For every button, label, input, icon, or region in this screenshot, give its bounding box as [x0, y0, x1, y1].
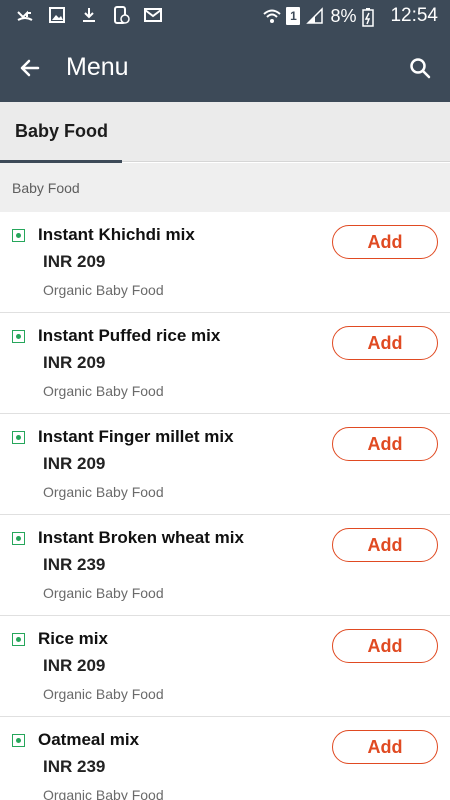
notification-icons: [16, 6, 162, 24]
item-price: INR 209: [43, 353, 106, 372]
arrow-left-icon: [20, 59, 40, 77]
item-name: Rice mix: [38, 629, 108, 648]
veg-indicator-icon: [12, 431, 25, 444]
menu-item-list: Instant Khichdi mix INR 209 Organic Baby…: [0, 212, 450, 800]
tab-baby-food[interactable]: Baby Food: [0, 102, 122, 163]
signal-icon: [306, 7, 324, 25]
download-icon: [80, 6, 98, 24]
add-button[interactable]: Add: [332, 528, 438, 562]
veg-indicator-icon: [12, 229, 25, 242]
section-title: Baby Food: [12, 180, 80, 196]
section-header: Baby Food: [0, 163, 450, 212]
item-price: INR 209: [43, 656, 106, 675]
menu-item: Instant Broken wheat mix INR 239 Organic…: [0, 515, 450, 616]
clock: 12:54: [390, 5, 438, 26]
menu-item: Instant Khichdi mix INR 209 Organic Baby…: [0, 212, 450, 313]
menu-item: Instant Puffed rice mix INR 209 Organic …: [0, 313, 450, 414]
item-name: Instant Broken wheat mix: [38, 528, 244, 547]
item-category: Organic Baby Food: [43, 282, 164, 298]
menu-item: Oatmeal mix INR 239 Organic Baby Food Ad…: [0, 717, 450, 800]
item-name: Oatmeal mix: [38, 730, 140, 749]
search-icon: [410, 58, 431, 79]
battery-icon: [362, 7, 380, 27]
menu-item: Rice mix INR 209 Organic Baby Food Add: [0, 616, 450, 717]
veg-indicator-icon: [12, 633, 25, 646]
tab-label: Baby Food: [15, 121, 108, 141]
item-name: Instant Finger millet mix: [38, 427, 234, 446]
menu-item: Instant Finger millet mix INR 209 Organi…: [0, 414, 450, 515]
item-category: Organic Baby Food: [43, 383, 164, 399]
item-category: Organic Baby Food: [43, 686, 164, 702]
item-name: Instant Puffed rice mix: [38, 326, 221, 345]
image-icon: [48, 6, 66, 24]
item-price: INR 239: [43, 757, 106, 776]
veg-indicator-icon: [12, 532, 25, 545]
add-button[interactable]: Add: [332, 629, 438, 663]
item-price: INR 209: [43, 454, 106, 473]
wifi-icon: [262, 7, 282, 25]
system-icons: 1 8% 12:54: [262, 4, 438, 28]
category-tabs: Baby Food: [0, 102, 450, 163]
add-button[interactable]: Add: [332, 225, 438, 259]
status-bar: 1 8% 12:54: [0, 0, 450, 32]
search-button[interactable]: [404, 52, 436, 84]
add-button[interactable]: Add: [332, 427, 438, 461]
back-button[interactable]: [14, 52, 46, 84]
add-button[interactable]: Add: [332, 326, 438, 360]
app-bar: Menu: [0, 32, 450, 102]
add-button[interactable]: Add: [332, 730, 438, 764]
call-icon: [112, 6, 130, 24]
item-price: INR 209: [43, 252, 106, 271]
item-category: Organic Baby Food: [43, 787, 164, 800]
missed-call-icon: [16, 6, 34, 24]
sim-icon: 1: [286, 7, 301, 25]
battery-percent: 8%: [330, 6, 357, 26]
item-name: Instant Khichdi mix: [38, 225, 195, 244]
veg-indicator-icon: [12, 330, 25, 343]
item-category: Organic Baby Food: [43, 585, 164, 601]
mail-icon: [144, 6, 162, 24]
item-price: INR 239: [43, 555, 106, 574]
page-title: Menu: [66, 53, 129, 81]
item-category: Organic Baby Food: [43, 484, 164, 500]
veg-indicator-icon: [12, 734, 25, 747]
